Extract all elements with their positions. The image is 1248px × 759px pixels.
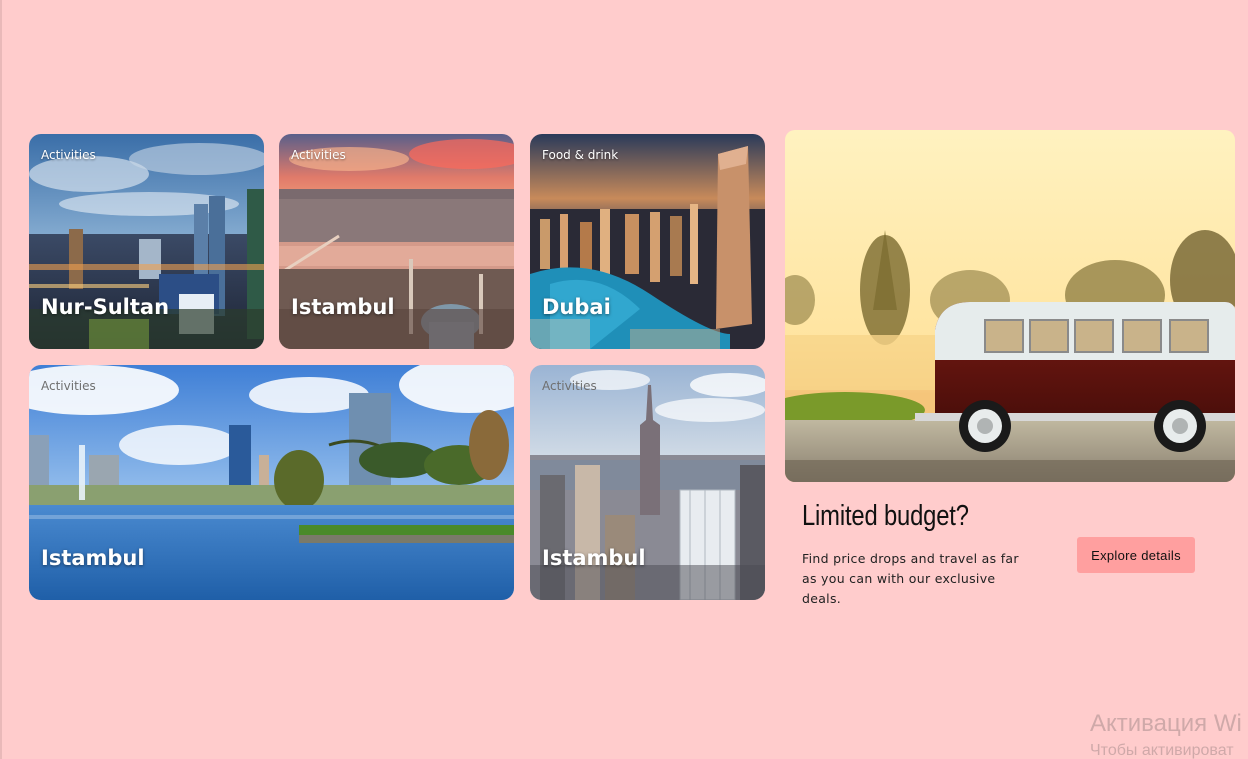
destination-card-istambul-2[interactable]: Activities Istambul <box>29 365 514 600</box>
explore-details-button[interactable]: Explore details <box>1077 537 1195 573</box>
destination-card-dubai[interactable]: Food & drink Dubai <box>530 134 765 349</box>
windows-activation-watermark: Активация Wi Чтобы активироват <box>1090 708 1242 759</box>
page-left-border <box>0 0 2 759</box>
watermark-line-1: Активация Wi <box>1090 710 1242 737</box>
card-category-tag: Activities <box>542 379 597 393</box>
card-city-name: Istambul <box>291 295 395 319</box>
destination-card-istambul-3[interactable]: Activities Istambul <box>530 365 765 600</box>
card-city-name: Dubai <box>542 295 611 319</box>
card-city-name: Istambul <box>542 546 646 570</box>
promo-description: Find price drops and travel as far as yo… <box>802 551 1019 606</box>
card-city-name: Nur-Sultan <box>41 295 170 319</box>
destination-card-nur-sultan[interactable]: Activities Nur-Sultan <box>29 134 264 349</box>
card-category-tag: Activities <box>291 148 346 162</box>
watermark-line-2: Чтобы активироват <box>1090 742 1234 759</box>
card-category-tag: Activities <box>41 148 96 162</box>
card-category-tag: Food & drink <box>542 148 619 162</box>
card-city-name: Istambul <box>41 546 145 570</box>
promo-title: Limited budget? <box>802 500 969 532</box>
card-category-tag: Activities <box>41 379 96 393</box>
promo-van-photo <box>785 130 1235 482</box>
destination-card-istambul-1[interactable]: Activities Istambul <box>279 134 514 349</box>
